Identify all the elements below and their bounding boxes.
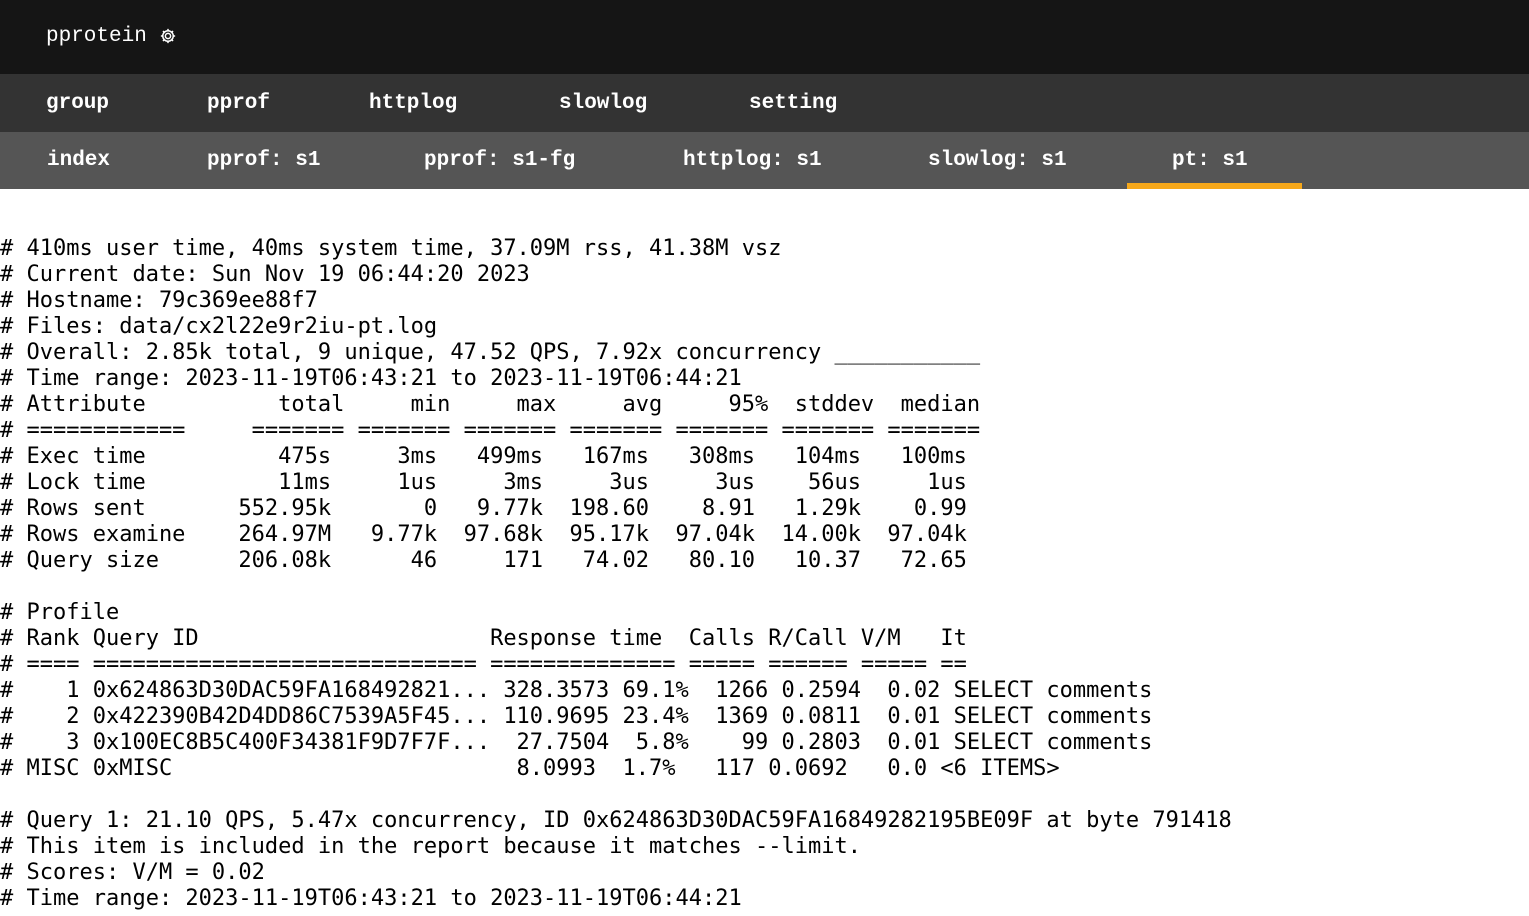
- report-line: # MISC 0xMISC 8.0993 1.7% 117 0.0692 0.0…: [0, 756, 1060, 781]
- tab-pprof-s1-fg[interactable]: pprof: s1-fg: [424, 132, 575, 189]
- tab-index[interactable]: index: [47, 132, 110, 189]
- report-line: [0, 574, 1529, 600]
- report-line: # Profile: [0, 600, 120, 625]
- nav-slowlog[interactable]: slowlog: [559, 74, 647, 132]
- report-line: # Current date: Sun Nov 19 06:44:20 2023: [0, 262, 530, 287]
- report-line: # Rows examine 264.97M 9.77k 97.68k 95.1…: [0, 522, 967, 547]
- report-line: # Lock time 11ms 1us 3ms 3us 3us 56us 1u…: [0, 470, 967, 495]
- tab-pt-s1[interactable]: pt: s1: [1172, 132, 1248, 189]
- report-line: # Query 1: 21.10 QPS, 5.47x concurrency,…: [0, 808, 1232, 833]
- nav-pprof[interactable]: pprof: [207, 74, 270, 132]
- report-line: # Time range: 2023-11-19T06:43:21 to 202…: [0, 366, 742, 391]
- app-title-link[interactable]: pprotein: [46, 21, 177, 51]
- report-line: # Rank Query ID Response time Calls R/Ca…: [0, 626, 967, 651]
- report-line: # 410ms user time, 40ms system time, 37.…: [0, 236, 782, 261]
- secondary-nav: index pprof: s1 pprof: s1-fg httplog: s1…: [0, 132, 1529, 189]
- report-line: # This item is included in the report be…: [0, 834, 861, 859]
- report-line: # 1 0x624863D30DAC59FA168492821... 328.3…: [0, 678, 1153, 703]
- tab-pprof-s1[interactable]: pprof: s1: [207, 132, 320, 189]
- report-line: # Exec time 475s 3ms 499ms 167ms 308ms 1…: [0, 444, 967, 469]
- primary-nav: group pprof httplog slowlog setting: [0, 74, 1529, 132]
- nav-group[interactable]: group: [46, 74, 109, 132]
- report-line: # Scores: V/M = 0.02: [0, 860, 265, 885]
- report-line: # 3 0x100EC8B5C400F34381F9D7F7F... 27.75…: [0, 730, 1153, 755]
- nav-setting[interactable]: setting: [749, 74, 837, 132]
- report-line: # Rows sent 552.95k 0 9.77k 198.60 8.91 …: [0, 496, 967, 521]
- app-title: pprotein: [46, 24, 147, 48]
- nav-httplog[interactable]: httplog: [369, 74, 457, 132]
- report-line: # Hostname: 79c369ee88f7: [0, 288, 318, 313]
- active-tab-indicator: [1127, 183, 1302, 189]
- report-line: # Attribute total min max avg 95% stddev…: [0, 392, 981, 417]
- report-line: # Overall: 2.85k total, 9 unique, 47.52 …: [0, 340, 981, 365]
- report-line: # Files: data/cx2l22e9r2iu-pt.log: [0, 314, 438, 339]
- report-line: # ============ ======= ======= ======= =…: [0, 418, 981, 443]
- tab-httplog-s1[interactable]: httplog: s1: [683, 132, 822, 189]
- report-line: # ==== ============================= ===…: [0, 652, 967, 677]
- report-line: # 2 0x422390B42D4DD86C7539A5F45... 110.9…: [0, 704, 1153, 729]
- report-line: # Query size 206.08k 46 171 74.02 80.10 …: [0, 548, 967, 573]
- pt-query-digest-report: # 410ms user time, 40ms system time, 37.…: [0, 236, 1529, 916]
- report-line: # Time range: 2023-11-19T06:43:21 to 202…: [0, 886, 742, 911]
- top-bar: pprotein: [0, 0, 1529, 74]
- tab-slowlog-s1[interactable]: slowlog: s1: [928, 132, 1067, 189]
- report-line: [0, 782, 1529, 808]
- gear-icon[interactable]: [159, 27, 177, 45]
